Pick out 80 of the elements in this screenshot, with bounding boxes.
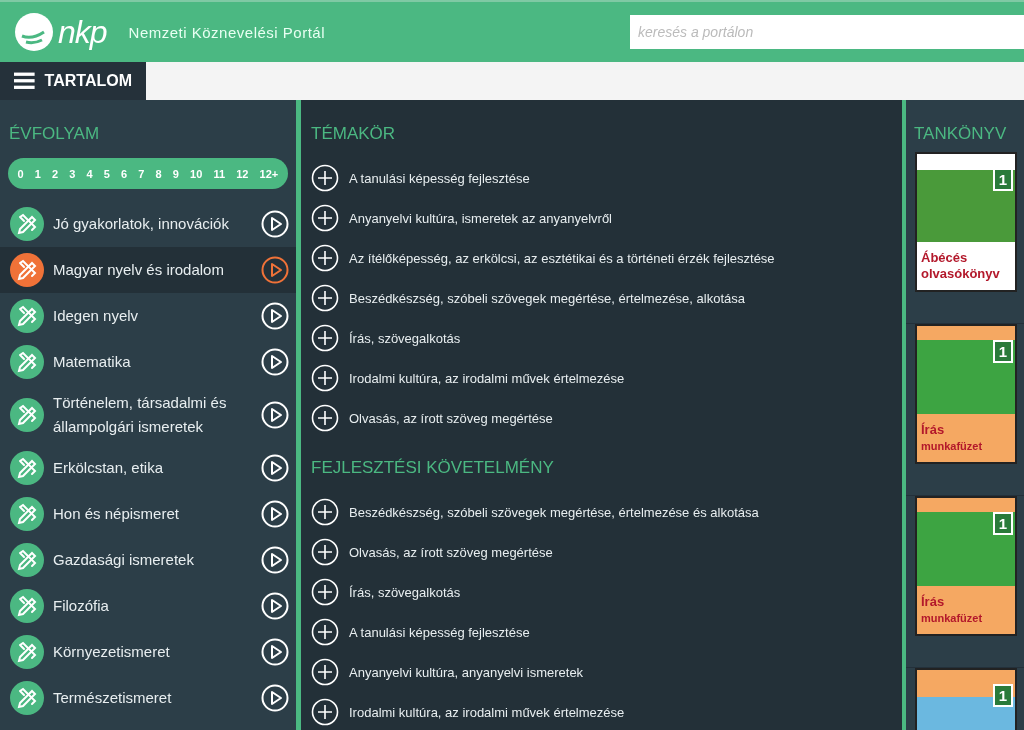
topic-label[interactable]: Írás, szövegalkotás bbox=[349, 330, 461, 346]
book-title: Írás munkafüzet bbox=[920, 594, 984, 626]
plus-icon[interactable] bbox=[311, 698, 339, 726]
topic-label[interactable]: Anyanyelvi kultúra, ismeretek az anyanyelvről bbox=[349, 210, 612, 226]
pencil-ruler-icon bbox=[10, 543, 44, 577]
subject-item[interactable]: Történelem, társadalmi és állampolgári ismeretek bbox=[0, 385, 296, 445]
pencil-ruler-icon bbox=[10, 207, 44, 241]
plus-icon[interactable] bbox=[311, 324, 339, 352]
topic-label[interactable]: Irodalmi kultúra, az irodalmi művek értelmezése bbox=[349, 704, 625, 720]
subject-item[interactable]: Magyar nyelv és irodalom bbox=[0, 247, 296, 293]
grade-number: 1 bbox=[992, 512, 1013, 535]
pencil-ruler-icon bbox=[10, 253, 44, 287]
topic-label[interactable]: Irodalmi kultúra, az irodalmi művek értelmezése bbox=[349, 370, 625, 386]
play-icon[interactable] bbox=[261, 256, 289, 284]
subject-item[interactable]: Matematika bbox=[0, 339, 296, 385]
plus-icon[interactable] bbox=[311, 284, 339, 312]
subject-label: Gazdasági ismeretek bbox=[53, 550, 195, 570]
subject-item[interactable]: Erkölcstan, etika bbox=[0, 445, 296, 491]
topic-label[interactable]: Írás, szövegalkotás bbox=[349, 584, 461, 600]
subject-label: Természetismeret bbox=[53, 688, 173, 708]
topic-label[interactable]: Olvasás, az írott szöveg megértése bbox=[349, 544, 553, 560]
subject-label: Erkölcstan, etika bbox=[53, 458, 165, 478]
topic-label[interactable]: Anyanyelvi kultúra, anyanyelvi ismeretek bbox=[349, 664, 584, 680]
topic-label[interactable]: Olvasás, az írott szöveg megértése bbox=[349, 410, 553, 426]
section-heading: ÉVFOLYAM bbox=[8, 123, 101, 145]
grade-number: 1 bbox=[992, 340, 1013, 363]
subject-item[interactable]: Gazdasági ismeretek bbox=[0, 537, 296, 583]
subject-label: Hon és népismeret bbox=[53, 504, 180, 524]
subject-label: Jó gyakorlatok, innovációk bbox=[53, 214, 230, 234]
book-title: Írás munkafüzet bbox=[920, 422, 984, 454]
pencil-ruler-icon bbox=[10, 451, 44, 485]
subject-label: Környezetismeret bbox=[53, 642, 171, 662]
logo-icon bbox=[14, 12, 54, 52]
book-cover[interactable]: 1 Ábécés olvasókönyv bbox=[915, 152, 1017, 292]
subject-item[interactable]: Filozófia bbox=[0, 583, 296, 629]
topic-label[interactable]: A tanulási képesség fejlesztése bbox=[349, 170, 530, 186]
menu-button[interactable]: TARTALOM bbox=[0, 62, 146, 100]
grade-number: 1 bbox=[992, 168, 1013, 191]
topic-label[interactable]: Az ítélőképesség, az erkölcsi, az esztétikai és a történeti érzék fejlesztése bbox=[349, 250, 775, 266]
subject-label: Matematika bbox=[53, 352, 132, 372]
plus-icon[interactable] bbox=[311, 658, 339, 686]
subject-item[interactable]: Jó gyakorlatok, innovációk bbox=[0, 201, 296, 247]
subject-label: Magyar nyelv és irodalom bbox=[53, 260, 225, 280]
book-cover[interactable]: 1 Írás munkafüzet bbox=[915, 496, 1017, 636]
pencil-ruler-icon bbox=[10, 345, 44, 379]
section-heading: TÉMAKÖR bbox=[311, 123, 397, 145]
book-cover[interactable]: 1 Írás munkafüzet bbox=[915, 324, 1017, 464]
plus-icon[interactable] bbox=[311, 164, 339, 192]
subject-item[interactable]: Idegen nyelv bbox=[0, 293, 296, 339]
plus-icon[interactable] bbox=[311, 538, 339, 566]
plus-icon[interactable] bbox=[311, 244, 339, 272]
section-heading: TANKÖNYV bbox=[913, 123, 1008, 145]
plus-icon[interactable] bbox=[311, 618, 339, 646]
subject-label: Idegen nyelv bbox=[53, 306, 140, 326]
topic-label[interactable]: Beszédkészség, szóbeli szövegek megértése, értelmezése és alkotása bbox=[349, 504, 759, 520]
pencil-ruler-icon bbox=[10, 681, 44, 715]
search-field[interactable]: keresés a portálon bbox=[630, 15, 1024, 49]
site-title: Nemzeti Köznevelési Portál bbox=[128, 23, 325, 41]
topic-label[interactable]: Beszédkészség, szóbeli szövegek megértése, értelmezése, alkotása bbox=[349, 290, 745, 306]
book-cover[interactable]: 1 bbox=[915, 668, 1017, 730]
menu-icon bbox=[14, 72, 35, 90]
pencil-ruler-icon bbox=[10, 589, 44, 623]
subject-label: Történelem, társadalmi és állampolgári ismeretek bbox=[53, 393, 228, 437]
subject-item[interactable]: Természetismeret bbox=[0, 675, 296, 721]
book-title: Ábécés olvasókönyv bbox=[920, 250, 1001, 283]
pencil-ruler-icon bbox=[10, 398, 44, 432]
pencil-ruler-icon bbox=[10, 635, 44, 669]
pencil-ruler-icon bbox=[10, 497, 44, 531]
plus-icon[interactable] bbox=[311, 204, 339, 232]
subject-item[interactable]: Hon és népismeret bbox=[0, 491, 296, 537]
pencil-ruler-icon bbox=[10, 299, 44, 333]
plus-icon[interactable] bbox=[311, 364, 339, 392]
plus-icon[interactable] bbox=[311, 498, 339, 526]
plus-icon[interactable] bbox=[311, 404, 339, 432]
grade-number: 1 bbox=[992, 684, 1013, 707]
topic-label[interactable]: A tanulási képesség fejlesztése bbox=[349, 624, 530, 640]
plus-icon[interactable] bbox=[311, 578, 339, 606]
section-heading: FEJLESZTÉSI KÖVETELMÉNY bbox=[311, 457, 555, 479]
subject-item[interactable]: Környezetismeret bbox=[0, 629, 296, 675]
subject-label: Filozófia bbox=[53, 596, 110, 616]
